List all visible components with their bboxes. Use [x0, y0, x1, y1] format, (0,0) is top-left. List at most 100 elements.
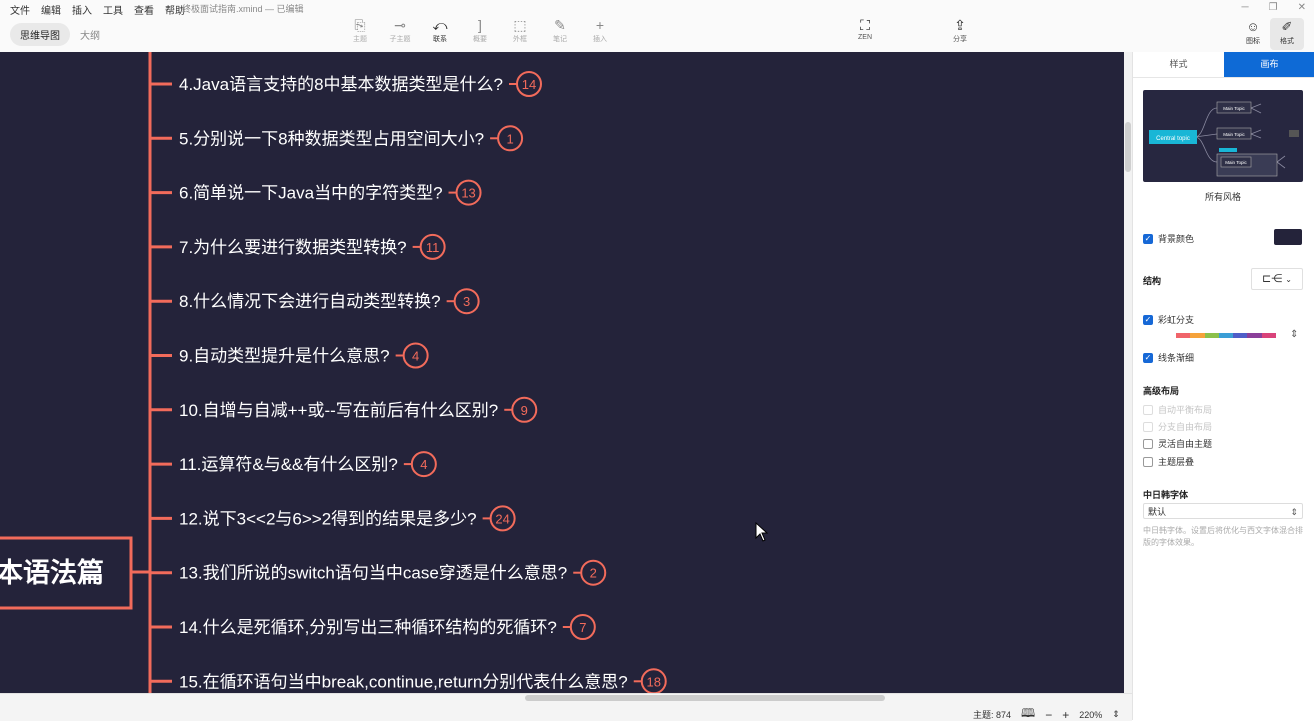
- plus-icon: +: [595, 17, 605, 33]
- topic-button[interactable]: ⎘ 主题: [340, 16, 380, 50]
- adv-label-3: 灵活自由主题: [1158, 439, 1213, 449]
- updown-icon[interactable]: ⇕: [1290, 329, 1298, 340]
- rainbow-palette[interactable]: [1176, 333, 1276, 338]
- tab-mindmap[interactable]: 思维导图: [10, 23, 70, 46]
- zoom-in-icon[interactable]: +: [1062, 708, 1069, 722]
- insert-label: 插入: [593, 36, 607, 43]
- bg-color-swatch[interactable]: [1274, 229, 1302, 245]
- all-styles-button[interactable]: 所有风格: [1143, 190, 1303, 203]
- topic-text: 6.简单说一下Java当中的字符类型?: [179, 184, 443, 203]
- summary-button[interactable]: ] 概要: [460, 16, 500, 50]
- adv-checkbox-4[interactable]: [1143, 456, 1153, 467]
- format-label: 格式: [1280, 38, 1294, 45]
- topic-count: 主题: 874: [973, 710, 1012, 720]
- mouse-cursor-icon: [755, 522, 769, 542]
- zoom-level[interactable]: 220%: [1079, 710, 1102, 720]
- relationship-label: 联系: [433, 36, 447, 43]
- comment-count: 13: [461, 186, 475, 201]
- format-button[interactable]: ✐ 格式: [1270, 18, 1304, 50]
- subtopic-button[interactable]: ⊸ 子主题: [380, 16, 420, 50]
- insert-button[interactable]: + 插入: [580, 16, 620, 50]
- tab-outline[interactable]: 大纲: [70, 23, 110, 46]
- maximize-icon[interactable]: ❐: [1269, 2, 1278, 13]
- bg-color-checkbox[interactable]: ✓: [1143, 233, 1153, 244]
- share-label: 分享: [953, 36, 967, 43]
- mindmap-canvas[interactable]: 本语法篇 4.Java语言支持的8中基本数据类型是什么? 14 5.分别说一下8种数据…: [0, 52, 1124, 693]
- fullscreen-icon: ⛶: [860, 17, 870, 33]
- share-button[interactable]: ⇪ 分享: [940, 16, 980, 50]
- adv-item-1: 自动平衡布局: [1143, 403, 1212, 416]
- cjk-font-note: 中日韩字体。设置后将优化与西文字体混合排版的字体效果。: [1143, 526, 1303, 547]
- topic-label: 主题: [353, 36, 367, 43]
- icons-button[interactable]: ☺ 图标: [1236, 18, 1270, 50]
- adv-checkbox-2: [1143, 421, 1153, 432]
- tab-style[interactable]: 样式: [1133, 52, 1224, 77]
- boundary-label: 外框: [513, 36, 527, 43]
- topic-text: 7.为什么要进行数据类型转换?: [179, 238, 407, 257]
- relationship-button[interactable]: ⤺ 联系: [420, 16, 460, 50]
- theme-thumbnail[interactable]: Central topic Main Topic Main Topic Main…: [1143, 90, 1303, 182]
- icons-label: 图标: [1246, 38, 1260, 45]
- thin-lines-checkbox[interactable]: ✓: [1143, 352, 1153, 363]
- file-title: 终极面试指南.xmind — 已编辑: [182, 4, 304, 14]
- updown-icon[interactable]: ⇕: [1112, 709, 1120, 720]
- topic-text: 12.说下3<<2与6>>2得到的结果是多少?: [179, 509, 477, 528]
- status-controls: 主题: 874 🕮 − + 220% ⇕: [973, 704, 1120, 725]
- subtopic-icon: ⊸: [394, 17, 406, 33]
- thumb-main-text-2: Main Topic: [1223, 132, 1245, 137]
- horizontal-scroll-thumb[interactable]: [525, 695, 885, 701]
- minimize-icon[interactable]: ─: [1242, 2, 1249, 13]
- adv-item-3[interactable]: 灵活自由主题: [1143, 437, 1212, 450]
- adv-label-1: 自动平衡布局: [1158, 405, 1213, 415]
- zoom-out-icon[interactable]: −: [1045, 708, 1052, 722]
- boundary-icon: ⬚: [513, 17, 527, 33]
- comment-count: 14: [522, 77, 536, 92]
- zen-button[interactable]: ⛶ ZEN: [845, 16, 885, 50]
- topic-text: 4.Java语言支持的8中基本数据类型是什么?: [179, 75, 503, 94]
- right-toolbar: ☺ 图标 ✐ 格式: [1236, 18, 1304, 50]
- adv-label-2: 分支自由布局: [1158, 422, 1213, 432]
- comment-count: 9: [521, 403, 528, 418]
- adv-item-4[interactable]: 主题层叠: [1143, 455, 1194, 468]
- topic-text: 9.自动类型提升是什么意思?: [179, 347, 390, 366]
- status-bar: 主题: 874 🕮 − + 220% ⇕: [0, 693, 1132, 722]
- topic-text: 10.自增与自减++或--写在前后有什么区别?: [179, 401, 498, 420]
- menu-insert[interactable]: 插入: [72, 2, 92, 17]
- window-controls: ─ ❐ ✕: [1242, 2, 1306, 13]
- thumb-main-text-1: Main Topic: [1223, 106, 1245, 111]
- note-icon: ✎: [554, 17, 566, 33]
- comment-count: 11: [426, 240, 440, 255]
- top-bar: 文件 编辑 插入 工具 查看 帮助 终极面试指南.xmind — 已编辑 思维导…: [0, 0, 1314, 53]
- book-icon[interactable]: 🕮: [1021, 704, 1035, 725]
- toolbar: ⎘ 主题 ⊸ 子主题 ⤺ 联系 ] 概要 ⬚ 外框 ✎ 笔记 + 插入: [340, 16, 620, 50]
- rainbow-label: 彩虹分支: [1158, 315, 1195, 325]
- bg-color-label: 背景颜色: [1158, 234, 1195, 244]
- vertical-scrollbar[interactable]: [1124, 52, 1132, 693]
- smiley-icon: ☺: [1246, 19, 1260, 34]
- format-panel: 样式 画布 Central topic Main Topic Main Topi…: [1132, 52, 1314, 720]
- menu-view[interactable]: 查看: [134, 2, 154, 17]
- rainbow-checkbox[interactable]: ✓: [1143, 314, 1153, 325]
- cjk-font-select[interactable]: 默认 ⇕: [1143, 503, 1303, 519]
- close-icon[interactable]: ✕: [1298, 2, 1306, 13]
- bg-color-row[interactable]: ✓ 背景颜色: [1143, 232, 1194, 245]
- topic-icon: ⎘: [354, 17, 366, 33]
- structure-select[interactable]: ⊏⋲ ⌄: [1251, 268, 1303, 290]
- brush-icon: ✐: [1281, 19, 1293, 34]
- thumb-central-text: Central topic: [1156, 136, 1190, 142]
- menu-tools[interactable]: 工具: [103, 2, 123, 17]
- note-button[interactable]: ✎ 笔记: [540, 16, 580, 50]
- adv-checkbox-3[interactable]: [1143, 438, 1153, 449]
- relationship-icon: ⤺: [432, 17, 448, 33]
- topic-text: 14.什么是死循环,分别写出三种循环结构的死循环?: [179, 618, 557, 637]
- thin-lines-row[interactable]: ✓ 线条渐细: [1143, 351, 1194, 364]
- tab-canvas[interactable]: 画布: [1224, 52, 1314, 77]
- topic-text: 13.我们所说的switch语句当中case穿透是什么意思?: [179, 564, 567, 583]
- menu-file[interactable]: 文件: [10, 2, 30, 17]
- boundary-button[interactable]: ⬚ 外框: [500, 16, 540, 50]
- adv-item-2: 分支自由布局: [1143, 420, 1212, 433]
- comment-count: 3: [463, 294, 470, 309]
- menu-edit[interactable]: 编辑: [41, 2, 61, 17]
- rainbow-row[interactable]: ✓ 彩虹分支: [1143, 313, 1194, 326]
- vertical-scroll-thumb[interactable]: [1125, 122, 1131, 172]
